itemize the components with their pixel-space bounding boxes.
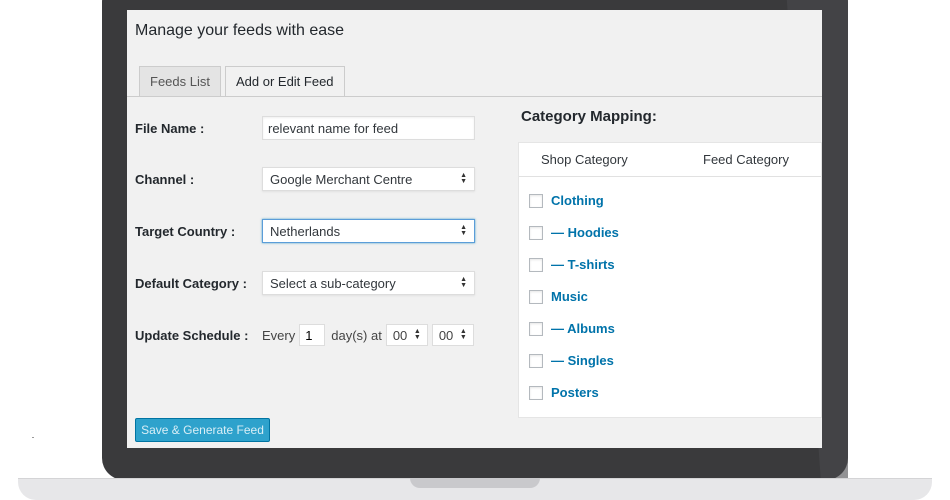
channel-select-value: Google Merchant Centre bbox=[270, 171, 413, 187]
category-mapping-title: Category Mapping: bbox=[521, 108, 657, 125]
target-country-select-value: Netherlands bbox=[270, 223, 341, 239]
every-label: Every bbox=[262, 327, 296, 343]
category-checkbox[interactable] bbox=[529, 385, 543, 400]
category-row: — Singles bbox=[529, 353, 614, 368]
category-link[interactable]: — Singles bbox=[551, 353, 614, 368]
default-category-row: Default Category : Select a sub-category… bbox=[135, 271, 475, 295]
category-checkbox[interactable] bbox=[529, 193, 543, 208]
target-country-label: Target Country : bbox=[135, 223, 236, 239]
minute-select[interactable]: 00 ▲ ▼ bbox=[431, 324, 474, 346]
category-link[interactable]: Music bbox=[551, 289, 588, 304]
category-link[interactable]: — T-shirts bbox=[551, 257, 615, 272]
laptop-notch bbox=[410, 478, 540, 488]
select-arrows-icon: ▲ ▼ bbox=[459, 328, 467, 341]
default-category-label: Default Category : bbox=[135, 275, 247, 291]
tab-bar: Feeds List Add or Edit Feed bbox=[139, 66, 345, 97]
save-generate-feed-button[interactable]: Save & Generate Feed bbox=[135, 418, 270, 442]
page-title: Manage your feeds with ease bbox=[135, 22, 345, 39]
tab-divider bbox=[127, 96, 822, 97]
select-arrows-icon: ▲ ▼ bbox=[460, 224, 467, 237]
tab-add-edit-feed[interactable]: Add or Edit Feed bbox=[224, 66, 345, 97]
select-arrows-icon: ▲ ▼ bbox=[460, 172, 467, 185]
hour-value: 00 bbox=[392, 327, 408, 343]
category-checkbox[interactable] bbox=[529, 353, 543, 368]
update-schedule-row: Update Schedule : Every day(s) at 00 ▲▼ … bbox=[135, 323, 474, 347]
app-screen: Manage your feeds with ease Feeds List A… bbox=[127, 10, 822, 448]
channel-label: Channel : bbox=[135, 171, 195, 187]
minute-value: 00 bbox=[438, 327, 454, 343]
category-row: — Albums bbox=[529, 321, 615, 336]
category-link[interactable]: Posters bbox=[551, 385, 599, 400]
decorative-dot bbox=[32, 437, 34, 438]
target-country-row: Target Country : Netherlands ▲ ▼ bbox=[135, 219, 475, 243]
default-category-select-value: Select a sub-category bbox=[270, 275, 396, 291]
target-country-select[interactable]: Netherlands ▲ ▼ bbox=[262, 219, 475, 243]
schedule-controls: Every day(s) at 00 ▲▼ 00 ▲▼ bbox=[262, 324, 474, 346]
category-row: Clothing bbox=[529, 193, 604, 208]
select-arrows-icon: ▲ ▼ bbox=[413, 328, 421, 341]
feed-category-header: Feed Category bbox=[703, 152, 789, 167]
category-row: — Hoodies bbox=[529, 225, 619, 240]
days-label: day(s) at bbox=[331, 327, 382, 343]
category-link[interactable]: Clothing bbox=[551, 193, 604, 208]
default-category-select[interactable]: Select a sub-category ▲ ▼ bbox=[262, 271, 475, 295]
tab-feeds-list[interactable]: Feeds List bbox=[139, 66, 221, 96]
mapping-table-header: Shop Category Feed Category bbox=[519, 143, 821, 177]
file-name-row: File Name : bbox=[135, 116, 475, 140]
days-input[interactable] bbox=[299, 324, 326, 346]
category-row: Posters bbox=[529, 385, 599, 400]
category-mapping-panel: Shop Category Feed Category Clothing — H… bbox=[518, 142, 822, 418]
channel-row: Channel : Google Merchant Centre ▲ ▼ bbox=[135, 167, 475, 191]
category-checkbox[interactable] bbox=[529, 321, 543, 336]
file-name-input[interactable] bbox=[262, 116, 475, 140]
category-link[interactable]: — Albums bbox=[551, 321, 615, 336]
hour-select[interactable]: 00 ▲ ▼ bbox=[385, 324, 428, 346]
category-checkbox[interactable] bbox=[529, 257, 543, 272]
category-row: — T-shirts bbox=[529, 257, 615, 272]
category-link[interactable]: — Hoodies bbox=[551, 225, 619, 240]
select-arrows-icon: ▲ ▼ bbox=[460, 276, 467, 289]
file-name-label: File Name : bbox=[135, 120, 205, 136]
category-checkbox[interactable] bbox=[529, 289, 543, 304]
update-schedule-label: Update Schedule : bbox=[135, 327, 249, 343]
channel-select[interactable]: Google Merchant Centre ▲ ▼ bbox=[262, 167, 475, 191]
category-row: Music bbox=[529, 289, 588, 304]
shop-category-header: Shop Category bbox=[541, 152, 628, 167]
category-checkbox[interactable] bbox=[529, 225, 543, 240]
